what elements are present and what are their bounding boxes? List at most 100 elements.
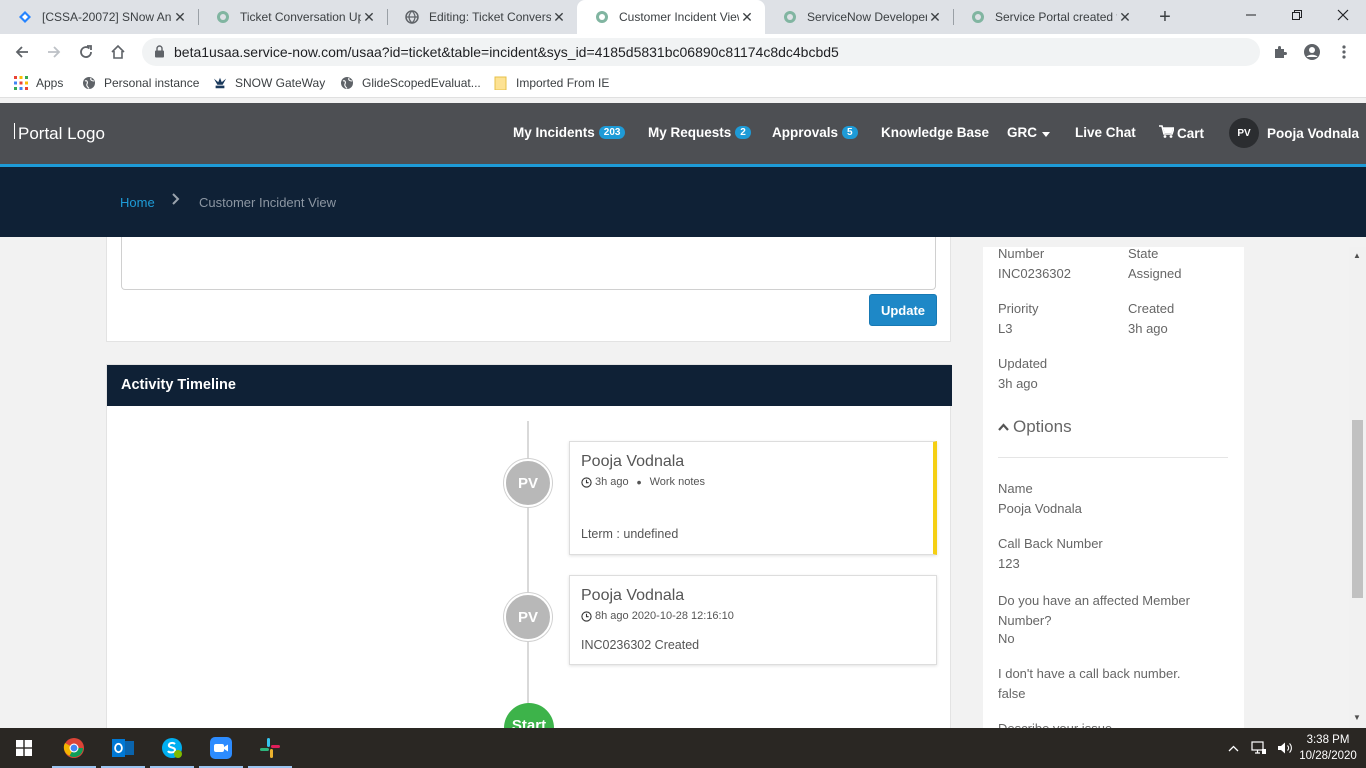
extensions-button[interactable]	[1268, 40, 1292, 64]
reload-icon	[80, 45, 92, 58]
option-value: No	[998, 631, 1015, 646]
arrow-left-icon	[15, 46, 28, 58]
nav-label: Approvals	[772, 125, 839, 140]
restore-button[interactable]	[1274, 0, 1320, 30]
nav-my-requests[interactable]: My Requests 2	[648, 125, 751, 140]
close-icon[interactable]: ✕	[172, 9, 188, 26]
entry-meta: 8h ago 2020-10-28 12:16:10	[581, 610, 734, 622]
chrome-icon	[63, 738, 84, 758]
windows-icon	[16, 740, 32, 756]
divider	[998, 457, 1228, 458]
option-label: Do you have an affected Member Number?	[998, 593, 1190, 628]
breadcrumb: Home Customer Incident View	[0, 167, 1366, 237]
start-button[interactable]	[0, 728, 48, 768]
profile-button[interactable]	[1300, 40, 1324, 64]
browser-tab-ticket-conversation[interactable]: Ticket Conversation Up ✕	[198, 0, 387, 34]
address-bar[interactable]: beta1usaa.service-now.com/usaa?id=ticket…	[142, 38, 1260, 66]
comment-textarea[interactable]	[121, 237, 936, 290]
browser-tab-jira[interactable]: [CSSA-20072] SNow An ✕	[0, 0, 198, 34]
close-icon[interactable]: ✕	[551, 9, 567, 26]
bookmark-snow-gateway[interactable]: SNOW GateWay	[213, 76, 325, 90]
taskbar-clock[interactable]: 3:38 PM 10/28/2020	[1296, 732, 1360, 764]
entry-time: 8h ago 2020-10-28 12:16:10	[595, 610, 734, 622]
clock-icon	[581, 476, 592, 488]
nav-label: GRC	[1007, 125, 1037, 140]
created-label: Created	[1128, 301, 1175, 316]
browser-tab-customer-incident-view[interactable]: Customer Incident View ✕	[577, 0, 765, 34]
tab-title: [CSSA-20072] SNow An	[42, 10, 172, 24]
new-tab-button[interactable]: +	[1154, 6, 1176, 28]
activity-timeline-title: Activity Timeline	[107, 365, 952, 406]
nav-cart[interactable]: Cart	[1159, 125, 1204, 141]
taskbar-outlook[interactable]	[99, 728, 147, 768]
clock-icon	[581, 610, 592, 622]
taskbar-chrome[interactable]	[50, 728, 98, 768]
minimize-button[interactable]	[1228, 0, 1274, 30]
incident-count-badge: 203	[598, 126, 626, 139]
taskbar-slack[interactable]	[246, 728, 294, 768]
servicenow-icon	[595, 10, 609, 24]
close-icon[interactable]: ✕	[739, 9, 755, 26]
nav-grc-dropdown[interactable]: GRC	[1007, 125, 1050, 140]
tab-title: Customer Incident View	[619, 10, 739, 24]
network-icon[interactable]	[1251, 741, 1267, 755]
portal-logo[interactable]: Portal Logo	[14, 123, 105, 144]
bookmark-apps[interactable]: Apps	[14, 76, 63, 90]
reload-button[interactable]	[74, 40, 98, 64]
clock-date: 10/28/2020	[1299, 750, 1357, 762]
entry-text: INC0236302 Created	[581, 638, 700, 652]
close-window-button[interactable]	[1320, 0, 1366, 30]
portal-header: Portal Logo My Incidents 203 My Requests…	[0, 103, 1366, 167]
taskbar-skype[interactable]	[148, 728, 196, 768]
comment-panel: Update	[106, 237, 951, 342]
timeline-entry-card: Pooja Vodnala 8h ago 2020-10-28 12:16:10…	[569, 575, 937, 665]
home-button[interactable]	[106, 40, 130, 64]
nav-label: My Incidents	[513, 125, 595, 140]
user-menu[interactable]: PV Pooja Vodnala	[1229, 118, 1359, 148]
windows-taskbar: 3:38 PM 10/28/2020	[0, 728, 1366, 768]
volume-icon[interactable]	[1277, 741, 1293, 755]
close-icon[interactable]: ✕	[1117, 9, 1133, 26]
updated-label: Updated	[998, 356, 1048, 371]
nav-label: Cart	[1177, 125, 1205, 141]
outlook-icon	[112, 739, 134, 757]
close-icon	[1337, 9, 1349, 21]
minimize-icon	[1246, 14, 1256, 16]
bookmark-personal-instance[interactable]: Personal instance	[82, 76, 199, 90]
scroll-up-icon[interactable]: ▲	[1353, 251, 1361, 260]
browser-tab-service-portal[interactable]: Service Portal created t ✕	[953, 0, 1143, 34]
breadcrumb-home-link[interactable]: Home	[120, 195, 155, 210]
nav-knowledge-base[interactable]: Knowledge Base	[881, 125, 989, 140]
bookmark-label: Apps	[36, 76, 64, 90]
close-icon[interactable]: ✕	[361, 9, 377, 26]
number-label: Number	[998, 246, 1045, 261]
browser-menu-button[interactable]	[1332, 40, 1356, 64]
skype-icon	[162, 738, 182, 758]
option-label: Name	[998, 481, 1033, 496]
scroll-down-icon[interactable]: ▼	[1353, 713, 1361, 722]
bookmark-glidescoped[interactable]: GlideScopedEvaluat...	[340, 76, 481, 90]
nav-approvals[interactable]: Approvals 5	[772, 125, 858, 140]
nav-my-incidents[interactable]: My Incidents 203	[513, 125, 626, 140]
options-toggle[interactable]: Options	[998, 417, 1072, 437]
bookmark-label: GlideScopedEvaluat...	[362, 76, 481, 90]
close-icon[interactable]: ✕	[927, 9, 943, 26]
taskbar-zoom[interactable]	[197, 728, 245, 768]
scrollbar-thumb[interactable]	[1352, 420, 1363, 598]
options-title: Options	[1013, 417, 1072, 436]
option-value: false	[998, 686, 1026, 701]
bookmark-folder-imported[interactable]: Imported From IE	[494, 76, 609, 90]
page-scrollbar[interactable]: ▲ ▼	[1349, 247, 1366, 728]
browser-tab-strip: [CSSA-20072] SNow An ✕ Ticket Conversati…	[0, 0, 1366, 34]
browser-tab-servicenow-developers[interactable]: ServiceNow Developers ✕	[765, 0, 953, 34]
forward-button[interactable]	[42, 40, 66, 64]
activity-timeline-panel: Activity Timeline PV Pooja Vodnala 3h ag…	[106, 364, 952, 753]
avatar: PV	[504, 459, 552, 507]
nav-live-chat[interactable]: Live Chat	[1075, 125, 1136, 140]
browser-tab-editing[interactable]: Editing: Ticket Conversa ✕	[387, 0, 577, 34]
number-value: INC0236302	[998, 266, 1071, 281]
option-label: Call Back Number	[998, 536, 1103, 551]
chevron-up-icon[interactable]	[1228, 745, 1239, 752]
update-button[interactable]: Update	[869, 294, 937, 326]
back-button[interactable]	[10, 40, 34, 64]
